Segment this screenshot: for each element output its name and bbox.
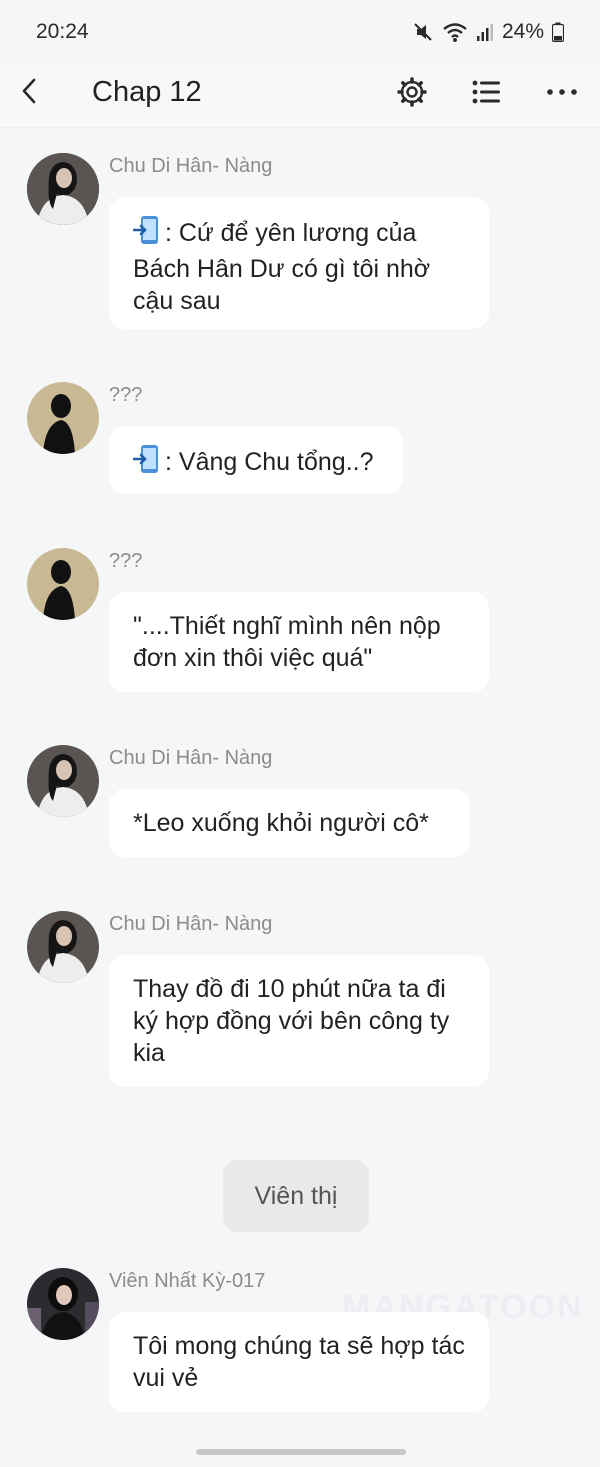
message-text: *Leo xuống khỏi người cô* (133, 809, 429, 837)
message-text: : Cứ để yên lương của Bách Hân Dư có gì … (133, 219, 431, 315)
avatar-girl-white-top-icon (27, 911, 99, 983)
wifi-icon (442, 21, 468, 43)
page-title: Chap 12 (92, 76, 202, 108)
list-icon (472, 80, 500, 104)
status-icons: 24% (412, 20, 564, 44)
message-bubble: Tôi mong chúng ta sẽ hợp tác vui vẻ (109, 1312, 489, 1412)
avatar[interactable] (27, 745, 99, 817)
sender-name: ??? (109, 384, 143, 406)
back-arrow-icon (22, 78, 36, 104)
message-bubble: "....Thiết nghĩ mình nên nộp đơn xin thô… (109, 592, 489, 692)
mute-icon (412, 21, 434, 43)
avatar[interactable] (27, 911, 99, 983)
avatar-silhouette-icon (27, 382, 99, 454)
back-button[interactable] (14, 74, 44, 108)
sender-name: Chu Di Hân- Nàng (109, 913, 273, 935)
message-bubble: *Leo xuống khỏi người cô* (109, 789, 470, 857)
message-bubble: : Vâng Chu tổng..? (109, 426, 403, 494)
message-text: Thay đồ đi 10 phút nữa ta đi ký hợp đồng… (133, 975, 450, 1067)
settings-button[interactable] (392, 72, 432, 112)
avatar-silhouette-icon (27, 548, 99, 620)
status-bar: 20:24 24% (0, 0, 600, 64)
message-text: "....Thiết nghĩ mình nên nộp đơn xin thô… (133, 612, 441, 672)
battery-percent: 24% (501, 20, 544, 43)
status-time: 20:24 (36, 20, 89, 43)
top-toolbar: Chap 12 (0, 64, 600, 128)
message-bubble: Thay đồ đi 10 phút nữa ta đi ký hợp đồng… (109, 955, 489, 1087)
avatar-girl-white-top-icon (27, 153, 99, 225)
home-indicator[interactable] (196, 1449, 406, 1455)
signal-icon (476, 22, 494, 42)
battery-icon (552, 22, 564, 42)
sender-name: Viên Nhất Kỳ-017 (109, 1270, 266, 1292)
avatar-girl-dark-icon (27, 1268, 99, 1340)
chapter-list-button[interactable] (467, 72, 507, 112)
avatar[interactable] (27, 382, 99, 454)
avatar[interactable] (27, 1268, 99, 1340)
avatar[interactable] (27, 153, 99, 225)
gear-icon (397, 77, 427, 107)
phone-arrow-icon (132, 215, 163, 253)
sender-name: Chu Di Hân- Nàng (109, 747, 273, 769)
sender-name: Chu Di Hân- Nàng (109, 155, 273, 177)
avatar-girl-white-top-icon (27, 745, 99, 817)
more-dots-icon (547, 89, 577, 95)
avatar[interactable] (27, 548, 99, 620)
phone-arrow-icon (132, 444, 163, 482)
message-text: : Vâng Chu tổng..? (165, 448, 374, 476)
message-text: Tôi mong chúng ta sẽ hợp tác vui vẻ (133, 1332, 465, 1392)
more-options-button[interactable] (542, 72, 582, 112)
message-bubble: : Cứ để yên lương của Bách Hân Dư có gì … (109, 197, 489, 329)
narration-label: Viên thị (223, 1160, 369, 1232)
sender-name: ??? (109, 550, 143, 572)
